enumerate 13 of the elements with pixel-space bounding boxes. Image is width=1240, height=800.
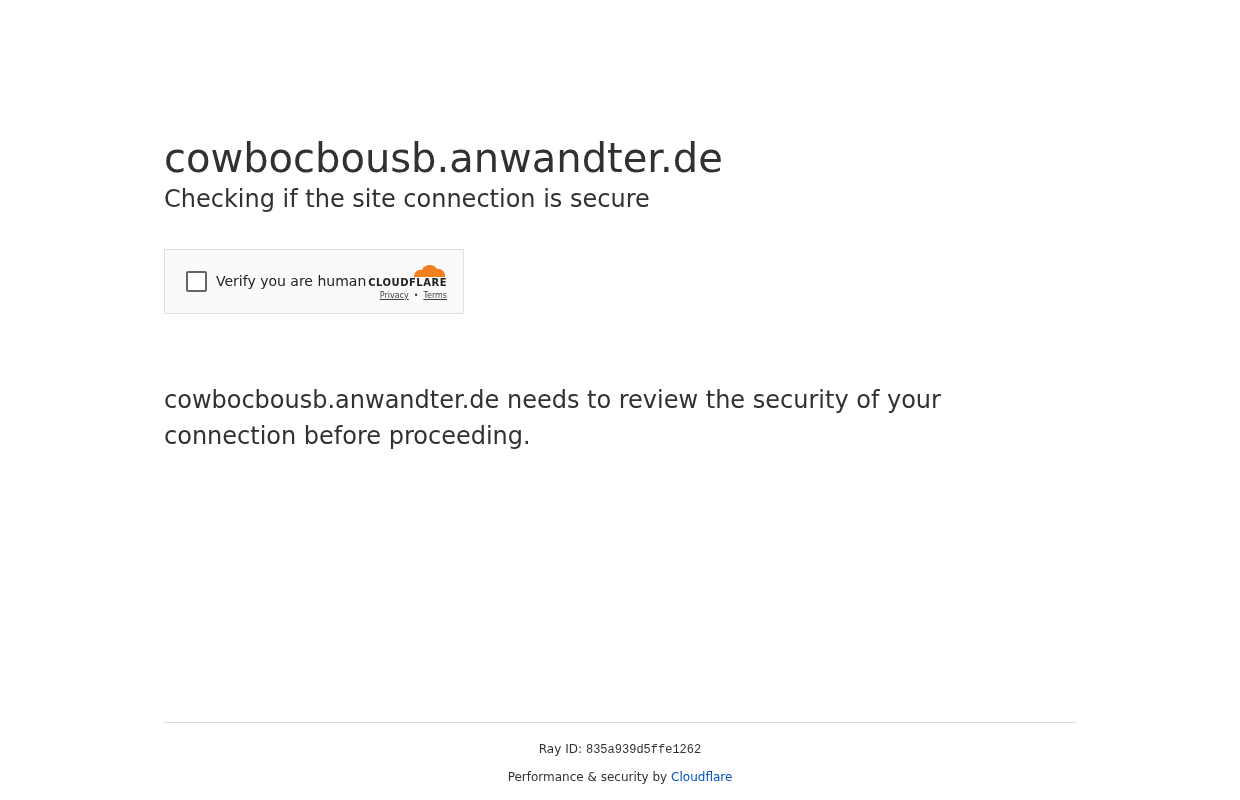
credit-text: Performance & security by (507, 769, 668, 786)
site-title: cowbocbousb.anwandter.de (164, 134, 724, 183)
ray-id-value: 835a939d5ffe1262 (585, 742, 702, 759)
cloudflare-logo-text: CLOUDFLARE (368, 276, 447, 288)
status-heading: Checking if the site connection is secure (164, 184, 651, 214)
privacy-link[interactable]: Privacy (379, 290, 409, 301)
ray-id-label: Ray ID: (538, 741, 582, 758)
verify-checkbox[interactable] (186, 271, 207, 292)
cloudflare-link[interactable]: Cloudflare (671, 768, 733, 786)
separator-dot: • (413, 290, 419, 301)
verify-label: Verify you are human (216, 272, 367, 291)
security-message: cowbocbousb.anwandter.de needs to review the security of your connection before proceeding. (164, 385, 942, 452)
terms-link[interactable]: Terms (423, 290, 447, 301)
